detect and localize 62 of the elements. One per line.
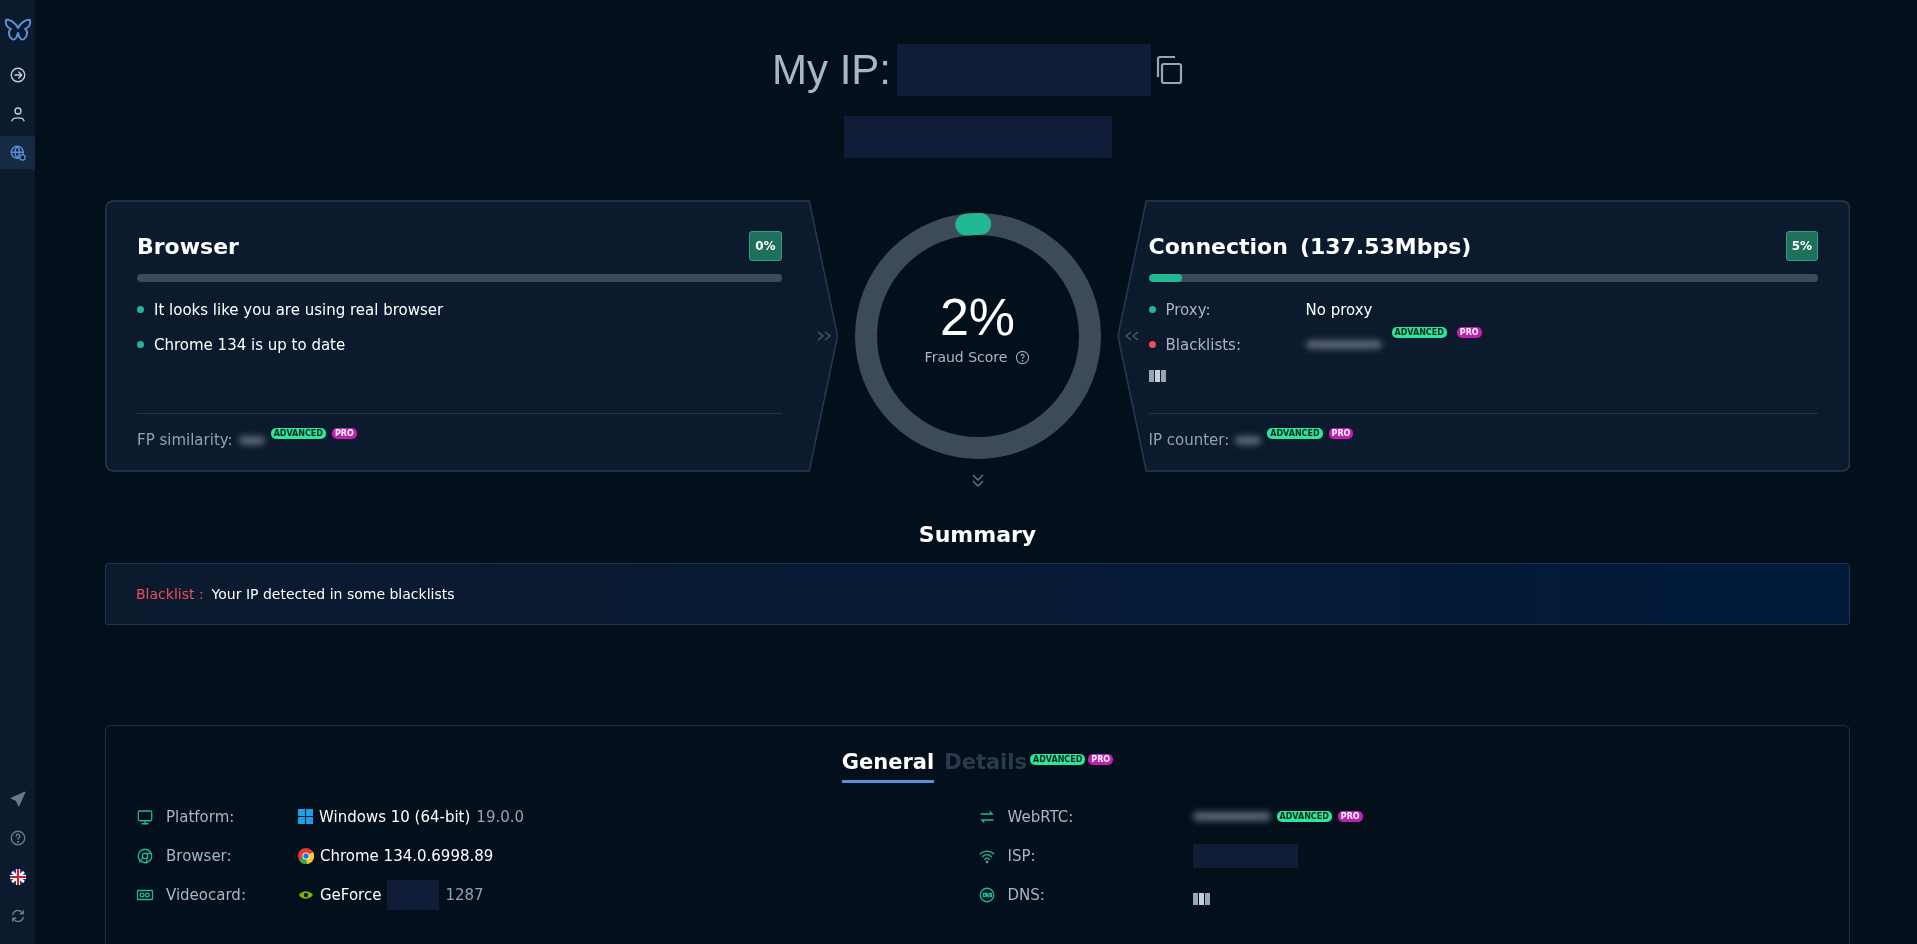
info-label: Videocard:: [166, 885, 247, 904]
pro-badge: PRO: [331, 428, 357, 439]
blurred-value: [1235, 435, 1262, 445]
score-badge: 0%: [749, 231, 782, 261]
dns-icon: [977, 885, 996, 904]
field-label: Blacklists:: [1165, 335, 1242, 354]
redacted-block: [387, 879, 440, 910]
loading-icon: [1148, 370, 1166, 382]
info-label: Platform:: [166, 807, 236, 826]
info-label: Browser:: [166, 846, 233, 865]
globe-icon: [8, 143, 27, 162]
pro-badge: PRO: [1328, 428, 1354, 439]
chevron-right-icon: [815, 331, 832, 341]
version-note: 1287: [445, 885, 484, 904]
tab[interactable]: General: [841, 750, 935, 783]
check-text: Chrome 134 is up to date: [154, 335, 346, 354]
advanced-badge: ADVANCED: [1030, 754, 1086, 765]
send-icon: [8, 789, 27, 808]
fraud-score-label: Fraud Score: [924, 349, 1008, 365]
info-label: WebRTC:: [1007, 807, 1075, 826]
advanced-badge: ADVANCED: [1276, 811, 1332, 822]
user-icon: [8, 104, 27, 123]
alert-message: Your IP detected in some blacklists: [211, 586, 455, 602]
info-value: GeForce: [320, 885, 382, 904]
fraud-score-value: 2%: [939, 287, 1016, 347]
chevron-left-icon: [1123, 331, 1140, 341]
help-icon: [8, 828, 27, 847]
chevron-down-icon[interactable]: [971, 474, 984, 488]
advanced-badge: ADVANCED: [1391, 327, 1447, 338]
chrome-logo-icon: [298, 847, 314, 864]
version-note: 19.0.0: [476, 807, 525, 826]
browser-icon: [136, 846, 154, 865]
blurred-value: [238, 435, 265, 445]
check-text: It looks like you are using real browser: [154, 300, 444, 319]
advanced-badge: ADVANCED: [270, 428, 326, 439]
field-label: Proxy:: [1165, 300, 1212, 319]
section-title: Summary: [918, 522, 1037, 547]
alert-label: Blacklist :: [136, 586, 204, 602]
info-value: Chrome 134.0.6998.89: [320, 846, 494, 865]
info-value: Windows 10 (64-bit): [319, 807, 471, 826]
pro-badge: PRO: [1456, 327, 1482, 338]
pro-badge: PRO: [1337, 811, 1363, 822]
nav-button[interactable]: [0, 136, 35, 169]
footer-label: FP similarity:: [137, 431, 233, 449]
help-icon[interactable]: [1015, 349, 1031, 365]
info-label: ISP:: [1007, 846, 1037, 865]
ip-title: My IP:: [772, 46, 891, 94]
loading-icon: [1192, 892, 1210, 905]
windows-logo-icon: [298, 809, 313, 824]
flag-icon: [9, 868, 26, 885]
info-label: DNS:: [1007, 885, 1046, 904]
score-badge: 5%: [1785, 231, 1818, 261]
advanced-badge: ADVANCED: [1267, 428, 1323, 439]
field-value: No proxy: [1305, 300, 1373, 319]
butterfly-logo-icon[interactable]: [3, 18, 32, 44]
monitor-icon: [136, 807, 154, 826]
card-title: Connection: [1148, 233, 1288, 259]
speed-value: (137.53Mbps): [1299, 233, 1472, 259]
footer-label: IP counter:: [1148, 431, 1230, 449]
pro-badge: PRO: [1088, 754, 1114, 765]
eye-logo-icon: [298, 888, 314, 901]
card-title: Browser: [137, 233, 239, 259]
